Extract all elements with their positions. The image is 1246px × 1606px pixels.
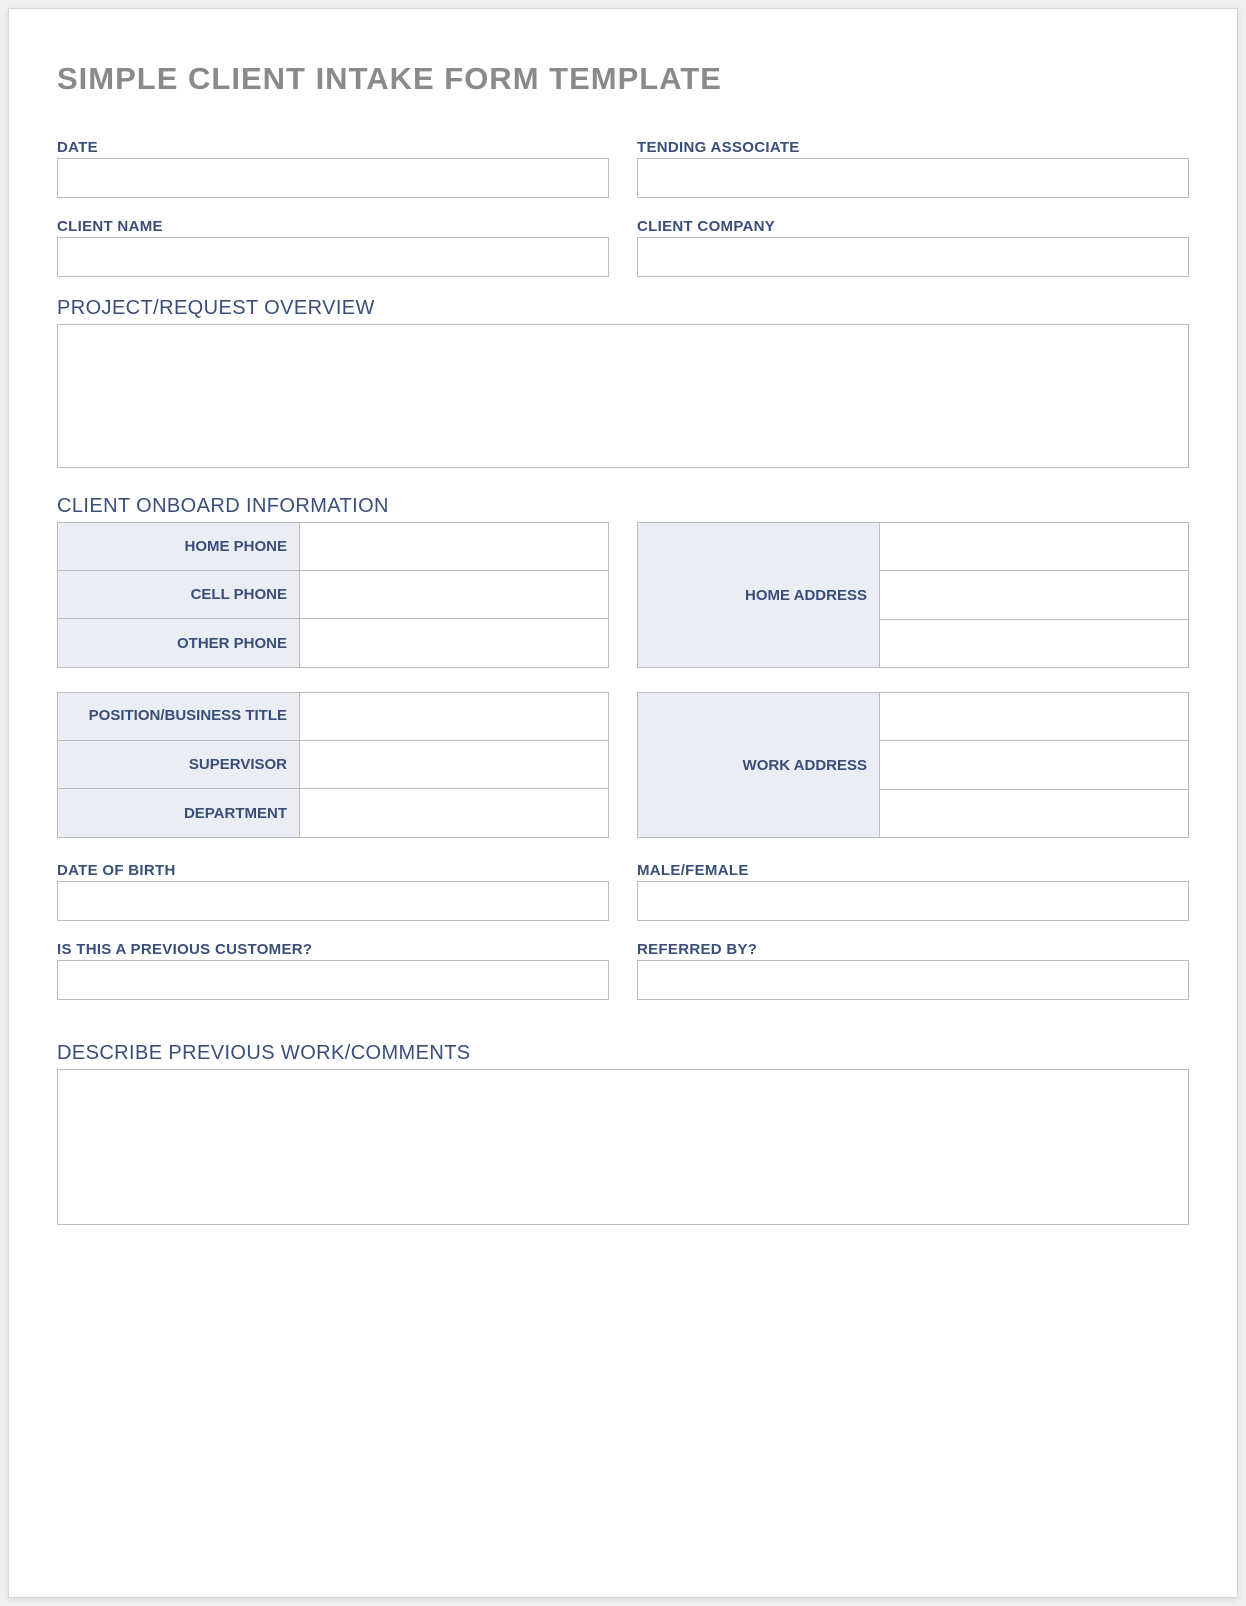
home-phone-label: HOME PHONE (58, 523, 300, 570)
work-address-line2-input[interactable] (880, 741, 1188, 788)
referred-by-input[interactable] (637, 960, 1189, 1000)
cell-phone-input[interactable] (300, 571, 608, 618)
tending-associate-input[interactable] (637, 158, 1189, 198)
table-row: CELL PHONE (58, 571, 608, 619)
gender-input[interactable] (637, 881, 1189, 921)
dob-label: DATE OF BIRTH (57, 862, 609, 879)
client-company-label: CLIENT COMPANY (637, 218, 1189, 235)
work-table: POSITION/BUSINESS TITLE SUPERVISOR DEPAR… (57, 692, 609, 838)
other-phone-input[interactable] (300, 619, 608, 667)
tending-associate-label: TENDING ASSOCIATE (637, 139, 1189, 156)
table-row: POSITION/BUSINESS TITLE (58, 693, 608, 741)
client-name-label: CLIENT NAME (57, 218, 609, 235)
previous-customer-label: IS THIS A PREVIOUS CUSTOMER? (57, 941, 609, 958)
project-overview-textarea[interactable] (57, 324, 1189, 468)
supervisor-label: SUPERVISOR (58, 741, 300, 788)
row-previous-referred: IS THIS A PREVIOUS CUSTOMER? REFERRED BY… (57, 941, 1189, 1000)
date-label: DATE (57, 139, 609, 156)
row-date-associate: DATE TENDING ASSOCIATE (57, 139, 1189, 198)
table-row: HOME PHONE (58, 523, 608, 571)
table-row: SUPERVISOR (58, 741, 608, 789)
onboard-work-address: POSITION/BUSINESS TITLE SUPERVISOR DEPAR… (57, 692, 1189, 838)
date-input[interactable] (57, 158, 609, 198)
project-overview-heading: PROJECT/REQUEST OVERVIEW (57, 297, 1189, 320)
form-page: SIMPLE CLIENT INTAKE FORM TEMPLATE DATE … (8, 8, 1238, 1598)
cell-phone-label: CELL PHONE (58, 571, 300, 618)
table-row: DEPARTMENT (58, 789, 608, 837)
client-company-input[interactable] (637, 237, 1189, 277)
home-address-line3-input[interactable] (880, 620, 1188, 667)
department-label: DEPARTMENT (58, 789, 300, 837)
other-phone-label: OTHER PHONE (58, 619, 300, 667)
supervisor-input[interactable] (300, 741, 608, 788)
describe-previous-heading: DESCRIBE PREVIOUS WORK/COMMENTS (57, 1042, 1189, 1065)
position-label: POSITION/BUSINESS TITLE (58, 693, 300, 740)
position-input[interactable] (300, 693, 608, 740)
work-address-line3-input[interactable] (880, 790, 1188, 837)
work-address-table: WORK ADDRESS (637, 692, 1189, 838)
home-address-line2-input[interactable] (880, 571, 1188, 618)
form-title: SIMPLE CLIENT INTAKE FORM TEMPLATE (57, 61, 1189, 97)
table-row: OTHER PHONE (58, 619, 608, 667)
work-address-line1-input[interactable] (880, 693, 1188, 740)
client-onboard-heading: CLIENT ONBOARD INFORMATION (57, 495, 1189, 518)
client-name-input[interactable] (57, 237, 609, 277)
describe-previous-textarea[interactable] (57, 1069, 1189, 1225)
home-phone-input[interactable] (300, 523, 608, 570)
home-address-line1-input[interactable] (880, 523, 1188, 570)
onboard-phones-address: HOME PHONE CELL PHONE OTHER PHONE HOME A… (57, 522, 1189, 668)
dob-input[interactable] (57, 881, 609, 921)
referred-by-label: REFERRED BY? (637, 941, 1189, 958)
row-client: CLIENT NAME CLIENT COMPANY (57, 218, 1189, 277)
gender-label: MALE/FEMALE (637, 862, 1189, 879)
previous-customer-input[interactable] (57, 960, 609, 1000)
department-input[interactable] (300, 789, 608, 837)
home-address-table: HOME ADDRESS (637, 522, 1189, 668)
home-address-label: HOME ADDRESS (638, 523, 880, 667)
phones-table: HOME PHONE CELL PHONE OTHER PHONE (57, 522, 609, 668)
work-address-label: WORK ADDRESS (638, 693, 880, 837)
row-dob-gender: DATE OF BIRTH MALE/FEMALE (57, 862, 1189, 921)
